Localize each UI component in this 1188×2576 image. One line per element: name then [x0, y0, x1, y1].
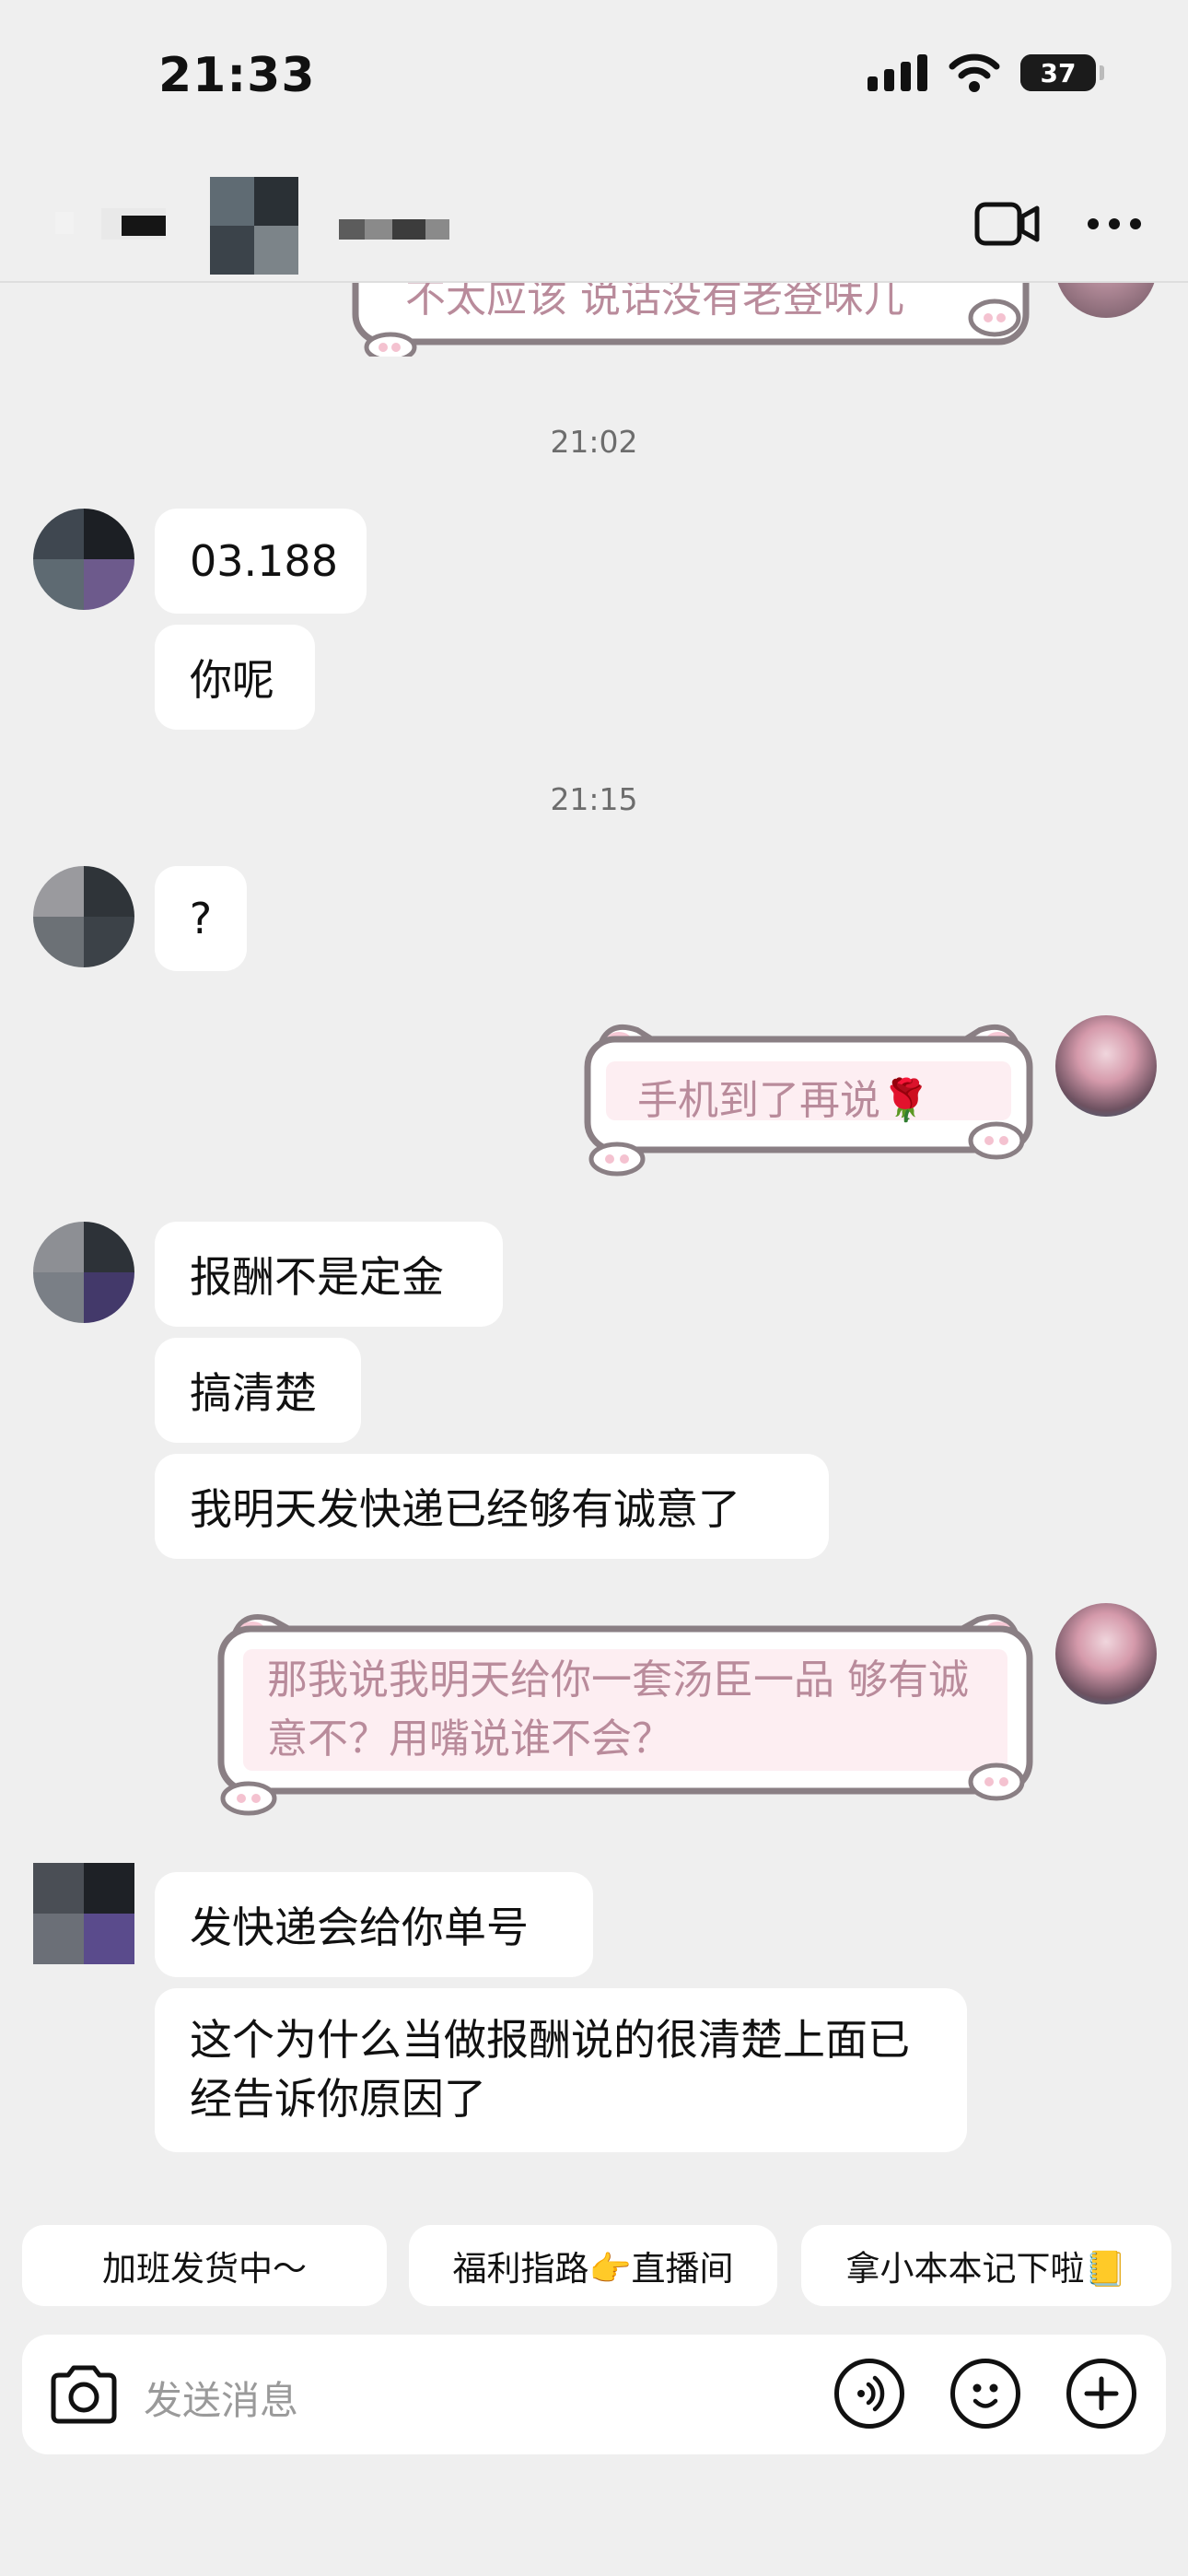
status-time: 21:33 — [158, 48, 316, 103]
emoji-icon[interactable] — [950, 2359, 1020, 2429]
back-button[interactable] — [55, 212, 74, 234]
contact-avatar[interactable] — [33, 1863, 134, 1964]
message-text: 不太应该 说话没有老登味儿 — [405, 283, 904, 322]
my-avatar[interactable] — [1055, 283, 1157, 318]
message-bubble-in[interactable]: 搞清楚 — [155, 1338, 361, 1443]
status-icons: 37 — [868, 53, 1104, 92]
quick-reply-chip[interactable]: 加班发货中～ — [22, 2225, 387, 2306]
message-input[interactable]: 发送消息 — [144, 2370, 298, 2426]
battery-level-text: 37 — [1040, 57, 1077, 88]
message-bubble-in[interactable]: 这个为什么当做报酬说的很清楚上面已经告诉你原因了 — [155, 1988, 967, 2152]
my-avatar[interactable] — [1055, 1015, 1157, 1117]
message-bubble-in[interactable]: 你呢 — [155, 625, 315, 730]
message-bubble-out[interactable]: 手机到了再说🌹 — [578, 1013, 1039, 1179]
message-bubble-out[interactable]: 那我说我明天给你一套汤臣一品 够有诚意不？用嘴说谁不会？ — [212, 1601, 1039, 1819]
message-text: 手机到了再说🌹 — [637, 1077, 931, 1124]
quick-reply-chip[interactable]: 福利指路👉直播间 — [409, 2225, 777, 2306]
wifi-icon — [949, 53, 1000, 92]
message-bubble-in[interactable]: 发快递会给你单号 — [155, 1872, 593, 1977]
message-text: 那我说我明天给你一套汤臣一品 够有诚意不？用嘴说谁不会？ — [267, 1657, 969, 1762]
chat-header — [0, 171, 1188, 280]
message-bubble-in[interactable]: ? — [155, 866, 247, 971]
add-icon[interactable] — [1066, 2359, 1136, 2429]
cellular-signal-icon — [868, 54, 927, 91]
message-bubble-in[interactable]: 报酬不是定金 — [155, 1222, 503, 1327]
more-icon[interactable] — [1087, 217, 1142, 230]
video-call-icon[interactable] — [974, 201, 1041, 247]
my-avatar[interactable] — [1055, 1603, 1157, 1704]
quick-reply-chip[interactable]: 拿小本本记下啦📒 — [801, 2225, 1171, 2306]
timestamp: 21:02 — [550, 424, 638, 460]
contact-avatar[interactable] — [33, 866, 134, 967]
message-bubble-in[interactable]: 我明天发快递已经够有诚意了 — [155, 1454, 829, 1559]
voice-message-icon[interactable] — [834, 2359, 904, 2429]
timestamp: 21:15 — [550, 781, 638, 817]
message-bubble-in[interactable]: 03.188 — [155, 509, 367, 614]
message-row-out-partial: 不太应该 说话没有老登味儿 — [0, 283, 1188, 384]
contact-avatar[interactable] — [33, 509, 134, 610]
battery-icon: 37 — [1020, 54, 1104, 91]
pixelated-region — [122, 216, 166, 236]
camera-icon[interactable] — [48, 2362, 120, 2427]
contact-avatar[interactable] — [210, 177, 298, 275]
contact-avatar[interactable] — [33, 1222, 134, 1323]
